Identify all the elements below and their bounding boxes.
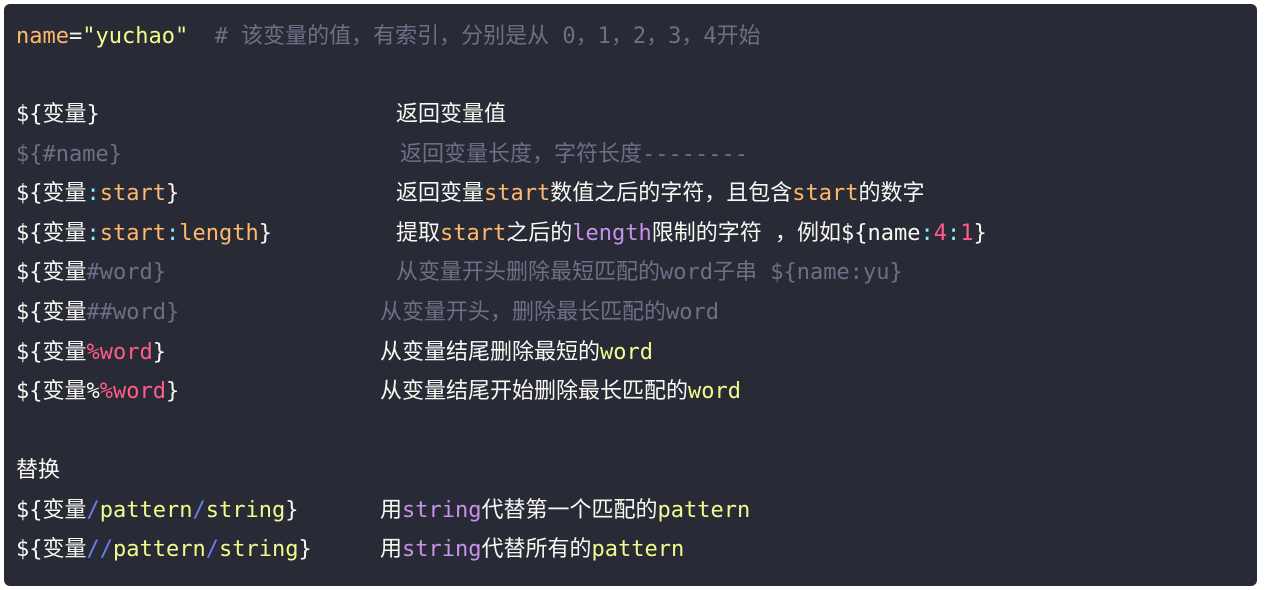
desc-prefix-short: 从变量开头删除最短匹配的word子串 ${name:yu} bbox=[396, 260, 903, 285]
string-literal: "yuchao" bbox=[82, 24, 189, 49]
code-panel: name="yuchao" # 该变量的值，有索引，分别是从 0，1，2，3，4… bbox=[4, 4, 1257, 586]
comment: # 该变量的值，有索引，分别是从 0，1，2，3，4开始 bbox=[188, 24, 761, 49]
syntax-prefix-long: ${变量##word} bbox=[16, 300, 180, 325]
desc-length: 返回变量长度，字符长度-------- bbox=[400, 142, 748, 167]
syntax-suffix-short: ${变量%word} bbox=[16, 340, 166, 365]
syntax-replace-first: ${变量/pattern/string} bbox=[16, 498, 299, 523]
desc-var: 返回变量值 bbox=[396, 102, 507, 127]
syntax-substring: ${变量:start:length} bbox=[16, 221, 272, 246]
syntax-length: ${#name} bbox=[16, 142, 122, 167]
desc-prefix-long: 从变量开头，删除最长匹配的word bbox=[380, 300, 719, 325]
desc-suffix-long: 从变量结尾开始删除最长匹配的word bbox=[380, 379, 741, 404]
desc-suffix-short: 从变量结尾删除最短的word bbox=[380, 340, 653, 365]
equals-sign: = bbox=[68, 24, 83, 49]
syntax-replace-all: ${变量//pattern/string} bbox=[16, 537, 312, 562]
syntax-var: ${变量} bbox=[16, 102, 100, 127]
desc-replace-first: 用string代替第一个匹配的pattern bbox=[380, 498, 751, 523]
var-name: name bbox=[16, 24, 69, 49]
assignment-line: name="yuchao" # 该变量的值，有索引，分别是从 0，1，2，3，4… bbox=[16, 22, 761, 52]
desc-replace-all: 用string代替所有的pattern bbox=[380, 537, 685, 562]
replace-heading: 替换 bbox=[16, 458, 61, 483]
desc-offset: 返回变量start数值之后的字符，且包含start的数字 bbox=[396, 181, 925, 206]
syntax-prefix-short: ${变量#word} bbox=[16, 260, 166, 285]
syntax-offset: ${变量:start} bbox=[16, 181, 180, 206]
desc-substring: 提取start之后的length限制的字符 ，例如${name:4:1} bbox=[396, 221, 987, 246]
syntax-suffix-long: ${变量%%word} bbox=[16, 379, 180, 404]
